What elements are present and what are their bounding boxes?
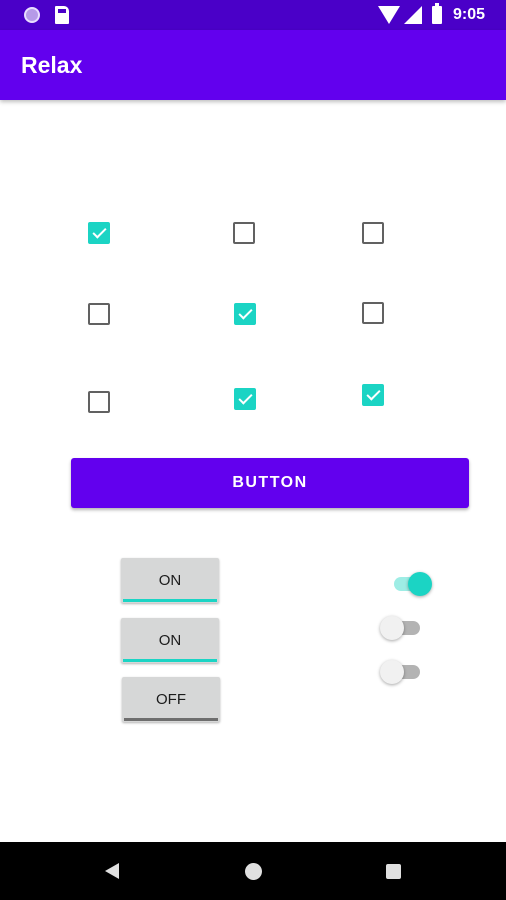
checkbox-r1-c3[interactable] [362,222,384,244]
toggle-button-2[interactable]: ON [121,618,219,663]
toggle-button-1[interactable]: ON [121,558,219,603]
checkbox-r1-c2[interactable] [233,222,255,244]
checkbox-r3-c1[interactable] [88,391,110,413]
sd-card-icon [55,6,69,24]
recents-icon[interactable] [386,864,401,879]
notification-dot-icon [24,7,40,23]
checkbox-r2-c1[interactable] [88,303,110,325]
toggle-button-label: ON [158,632,182,649]
back-icon[interactable] [105,863,119,879]
checkbox-r3-c2[interactable] [234,388,256,410]
switch-thumb [408,572,432,596]
switch-2[interactable] [380,614,432,642]
switch-3[interactable] [380,658,432,686]
switch-thumb [380,616,404,640]
switch-thumb [380,660,404,684]
home-icon[interactable] [245,863,262,880]
toggle-indicator [124,718,218,721]
checkbox-r1-c1[interactable] [88,222,110,244]
toggle-button-label: OFF [156,691,186,708]
app-bar: Relax [0,30,506,100]
status-bar: 9:05 [0,0,506,30]
signal-icon [404,6,422,24]
main-button[interactable]: BUTTON [71,458,469,508]
navigation-bar [0,842,506,900]
toggle-indicator [123,599,217,602]
app-title: Relax [21,52,83,78]
battery-icon [432,3,442,24]
switch-1[interactable] [384,570,436,598]
toggle-indicator [123,659,217,662]
toggle-button-label: ON [158,572,182,589]
wifi-icon [378,6,400,24]
checkbox-r2-c2[interactable] [234,303,256,325]
checkbox-r2-c3[interactable] [362,302,384,324]
toggle-button-3[interactable]: OFF [122,677,220,722]
checkbox-r3-c3[interactable] [362,384,384,406]
status-time: 9:05 [453,6,486,23]
